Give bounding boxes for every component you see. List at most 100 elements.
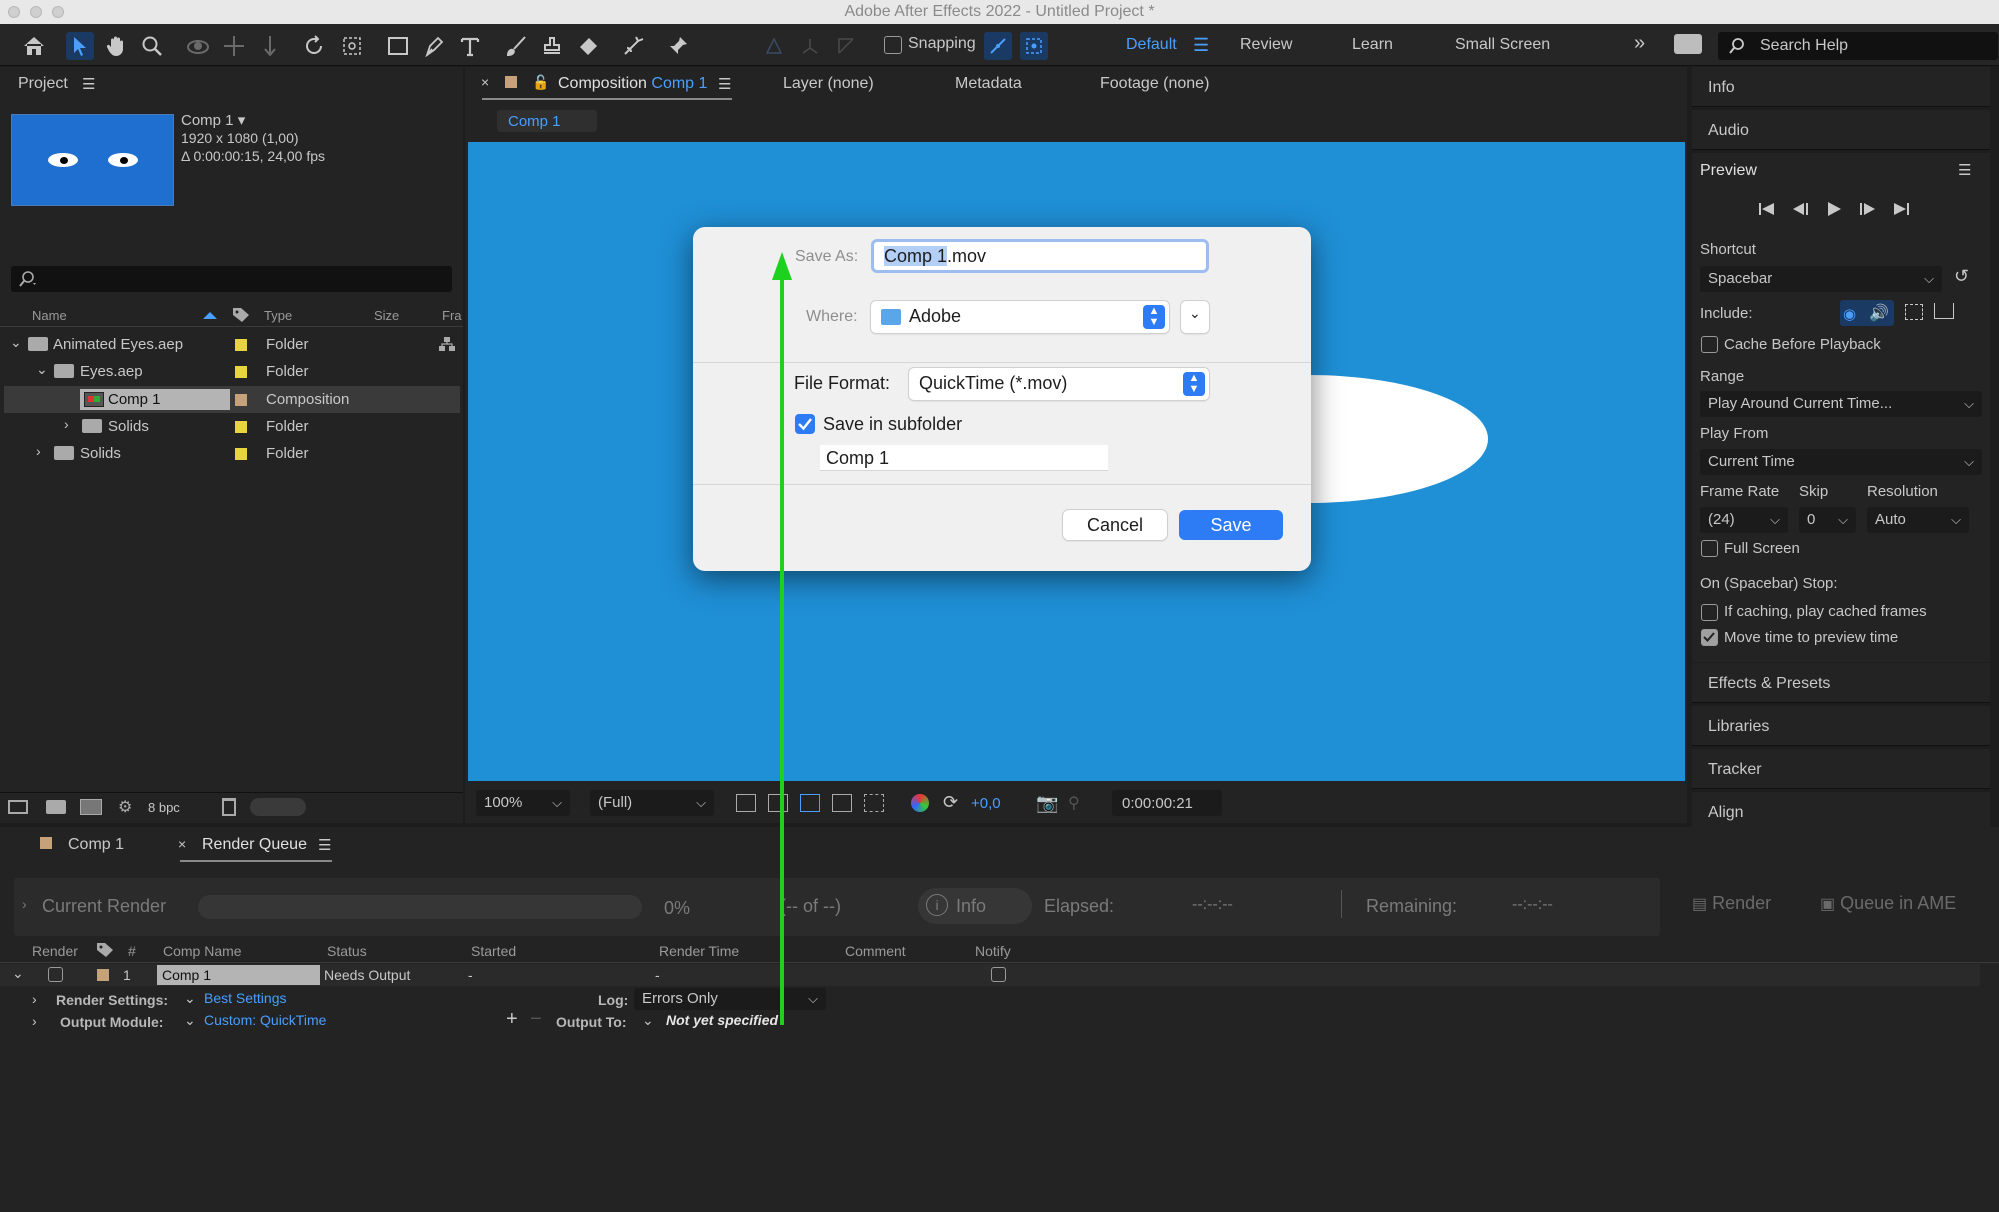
type-tool-icon[interactable]: [456, 32, 484, 60]
resolution-dropdown[interactable]: (Full) ⌵: [590, 790, 714, 816]
axis-view-icon[interactable]: [832, 32, 860, 60]
workspace-menu-icon[interactable]: ☰: [1193, 35, 1209, 56]
label-column-icon[interactable]: [96, 942, 114, 958]
label-swatch[interactable]: [235, 339, 247, 351]
col-render-time[interactable]: Render Time: [659, 943, 739, 959]
project-item[interactable]: › Solids Folder: [4, 440, 460, 467]
skip-dropdown[interactable]: 0 ⌵: [1799, 507, 1856, 533]
composition-tab[interactable]: Composition Comp 1: [558, 75, 707, 93]
close-tab-icon[interactable]: ×: [481, 74, 489, 90]
roto-brush-tool-icon[interactable]: [620, 32, 648, 60]
hand-tool-icon[interactable]: [102, 32, 130, 60]
home-icon[interactable]: [20, 32, 48, 60]
comp-name-cell[interactable]: Comp 1: [157, 965, 320, 985]
chevron-down-icon[interactable]: ⌄: [10, 334, 22, 351]
composition-panel-menu-icon[interactable]: ☰: [718, 75, 731, 93]
orbit-camera-icon[interactable]: [184, 32, 212, 60]
metadata-tab[interactable]: Metadata: [955, 75, 1022, 93]
range-dropdown[interactable]: Play Around Current Time... ⌵: [1700, 391, 1982, 417]
save-as-input[interactable]: Comp 1.mov: [871, 239, 1209, 273]
render-queue-tab[interactable]: Render Queue: [202, 836, 307, 854]
col-name[interactable]: Name: [32, 308, 67, 323]
col-type[interactable]: Type: [264, 308, 292, 323]
full-screen-checkbox[interactable]: [1701, 540, 1718, 557]
cancel-button[interactable]: Cancel: [1063, 510, 1167, 540]
label-swatch[interactable]: [235, 421, 247, 433]
label-column-icon[interactable]: [232, 307, 250, 323]
preview-panel-menu-icon[interactable]: ☰: [1958, 161, 1971, 179]
resolution-dropdown[interactable]: Auto ⌵: [1867, 507, 1969, 533]
brush-tool-icon[interactable]: [502, 32, 530, 60]
col-number[interactable]: #: [128, 943, 136, 959]
trash-icon[interactable]: [222, 798, 236, 816]
comp-breadcrumb[interactable]: Comp 1: [497, 110, 597, 132]
render-queue-menu-icon[interactable]: ☰: [318, 836, 331, 854]
col-frame[interactable]: Fra: [442, 308, 462, 323]
grid-guides-icon[interactable]: [864, 794, 884, 812]
chevron-right-icon[interactable]: ›: [32, 991, 37, 1007]
minimize-window-button[interactable]: [30, 6, 42, 18]
align-panel-tab[interactable]: Align: [1692, 792, 1990, 832]
add-output-module-icon[interactable]: +: [506, 1008, 518, 1031]
close-window-button[interactable]: [8, 6, 20, 18]
play-icon[interactable]: [1826, 201, 1842, 217]
search-help-field[interactable]: Search Help: [1718, 32, 1998, 60]
project-settings-icon[interactable]: ⚙: [118, 797, 132, 817]
dolly-camera-icon[interactable]: [256, 32, 284, 60]
snap-features-icon[interactable]: [1020, 32, 1048, 60]
chevron-down-icon[interactable]: ⌄: [184, 990, 196, 1007]
fast-previews-icon[interactable]: [736, 794, 756, 812]
render-queue-item[interactable]: ⌄ 1 Comp 1 Needs Output - -: [0, 964, 1980, 986]
output-to-link[interactable]: Not yet specified: [666, 1012, 778, 1028]
file-format-popup[interactable]: QuickTime (*.mov) ▲ ▼: [909, 368, 1209, 400]
include-video-icon[interactable]: ◉: [1843, 305, 1856, 323]
output-module-link[interactable]: Custom: QuickTime: [204, 1012, 326, 1028]
zoom-window-button[interactable]: [52, 6, 64, 18]
eraser-tool-icon[interactable]: [574, 32, 602, 60]
workspace-default[interactable]: Default: [1126, 36, 1177, 54]
render-settings-link[interactable]: Best Settings: [204, 990, 287, 1006]
workspace-layout-icon[interactable]: [1674, 34, 1702, 54]
show-snapshot-icon[interactable]: ⚲: [1068, 793, 1080, 813]
chevron-down-icon[interactable]: ⌄: [642, 1012, 654, 1029]
workspace-review[interactable]: Review: [1240, 36, 1292, 54]
save-button[interactable]: Save: [1179, 510, 1283, 540]
chevron-down-icon[interactable]: ⌄: [36, 361, 48, 378]
current-time-display[interactable]: 0:00:00:21: [1112, 790, 1222, 816]
lock-icon[interactable]: 🔓: [532, 74, 549, 91]
play-from-dropdown[interactable]: Current Time ⌵: [1700, 449, 1982, 475]
project-tab[interactable]: Project: [18, 75, 68, 93]
workspace-small-screen[interactable]: Small Screen: [1455, 36, 1550, 54]
col-render[interactable]: Render: [32, 943, 78, 959]
close-tab-icon[interactable]: ×: [178, 836, 186, 852]
flowchart-icon[interactable]: [438, 336, 456, 352]
next-frame-icon[interactable]: [1858, 201, 1876, 217]
exposure-value[interactable]: +0,0: [971, 795, 1001, 812]
project-item[interactable]: › Solids Folder: [4, 413, 460, 440]
project-search-input[interactable]: [11, 266, 452, 292]
rotate-tool-icon[interactable]: [300, 32, 328, 60]
reset-exposure-icon[interactable]: ⟳: [943, 792, 958, 813]
include-external-icon[interactable]: [1934, 303, 1954, 319]
col-notify[interactable]: Notify: [975, 943, 1011, 959]
rectangle-tool-icon[interactable]: [384, 32, 412, 60]
project-item-selected[interactable]: Comp 1 Composition: [4, 386, 460, 413]
zoom-tool-icon[interactable]: [138, 32, 166, 60]
color-channels-icon[interactable]: [911, 794, 929, 812]
effects-presets-panel-tab[interactable]: Effects & Presets: [1692, 663, 1990, 703]
reset-shortcut-icon[interactable]: ↺: [1954, 266, 1969, 287]
project-item[interactable]: ⌄ Eyes.aep Folder: [4, 358, 460, 385]
cache-before-playback-checkbox[interactable]: [1701, 336, 1718, 353]
libraries-panel-tab[interactable]: Libraries: [1692, 706, 1990, 746]
snapping-checkbox[interactable]: [884, 36, 902, 54]
col-comp-name[interactable]: Comp Name: [163, 943, 242, 959]
footage-tab[interactable]: Footage (none): [1100, 75, 1209, 93]
new-folder-icon[interactable]: [46, 800, 66, 814]
first-frame-icon[interactable]: [1758, 201, 1776, 217]
move-time-checkbox[interactable]: [1701, 629, 1718, 646]
snapshot-icon[interactable]: 📷: [1036, 793, 1058, 814]
bpc-button[interactable]: 8 bpc: [148, 800, 180, 815]
interpret-footage-icon[interactable]: [8, 800, 28, 814]
where-popup[interactable]: Adobe ▲ ▼: [871, 301, 1169, 333]
puppet-pin-tool-icon[interactable]: [664, 32, 692, 60]
